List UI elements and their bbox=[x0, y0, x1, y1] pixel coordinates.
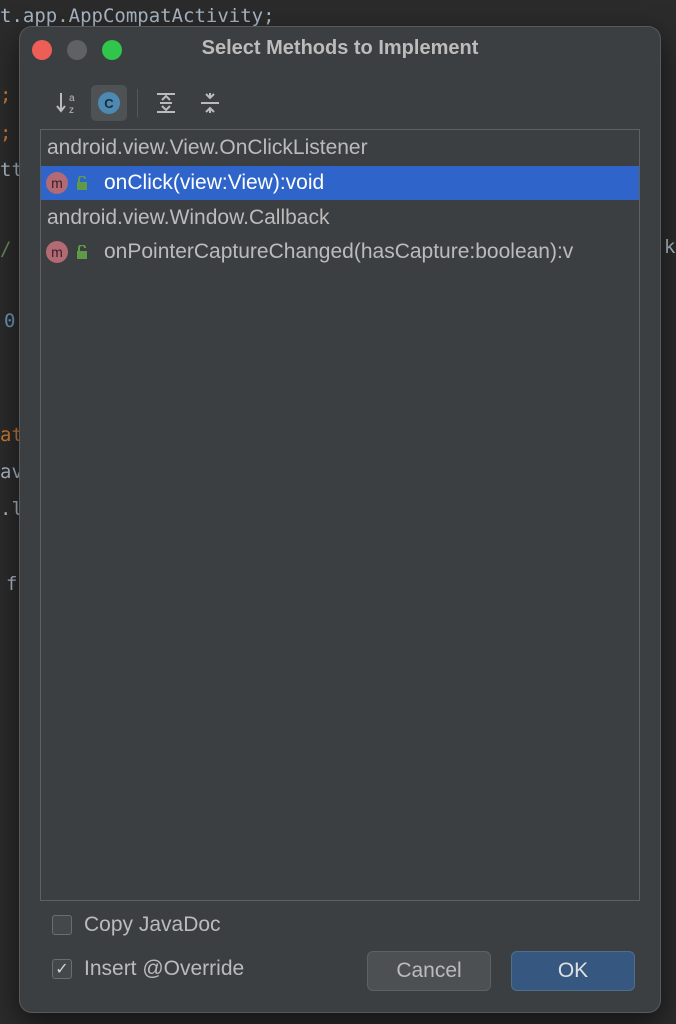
tree-method-onpointercapturechanged[interactable]: m onPointerCaptureChanged(hasCapture:boo… bbox=[41, 235, 639, 269]
class-icon: C bbox=[98, 92, 120, 114]
method-label: onClick(view:View):void bbox=[104, 171, 325, 194]
insert-override-label: Insert @Override bbox=[84, 957, 245, 980]
code-fragment: ; bbox=[0, 122, 12, 144]
svg-text:a: a bbox=[69, 93, 75, 104]
code-fragment: k bbox=[664, 236, 676, 258]
cancel-button[interactable]: Cancel bbox=[367, 951, 491, 991]
tree-group-window-callback[interactable]: android.view.Window.Callback bbox=[41, 201, 639, 235]
collapse-all-button[interactable] bbox=[192, 85, 228, 121]
methods-tree[interactable]: android.view.View.OnClickListener m onCl… bbox=[40, 129, 640, 901]
code-fragment: ; bbox=[0, 84, 12, 106]
code-fragment: 0 bbox=[4, 310, 16, 332]
tree-group-onclicklistener[interactable]: android.view.View.OnClickListener bbox=[41, 131, 639, 165]
method-icon: m bbox=[46, 241, 68, 263]
collapse-all-icon bbox=[201, 93, 219, 113]
ok-button[interactable]: OK bbox=[511, 951, 635, 991]
public-unlock-icon bbox=[77, 176, 87, 190]
method-label: onPointerCaptureChanged(hasCapture:boole… bbox=[104, 240, 574, 263]
dialog-titlebar[interactable]: Select Methods to Implement bbox=[20, 27, 660, 73]
copy-javadoc-label: Copy JavaDoc bbox=[84, 913, 221, 936]
show-classes-toggle[interactable]: C bbox=[91, 85, 127, 121]
expand-all-icon bbox=[157, 93, 175, 113]
copy-javadoc-option[interactable]: Copy JavaDoc bbox=[52, 913, 221, 937]
svg-text:z: z bbox=[69, 105, 74, 116]
sort-alphabetically-button[interactable]: a z bbox=[50, 85, 86, 121]
code-line-import: t.app.AppCompatActivity; bbox=[0, 5, 275, 27]
toolbar-separator bbox=[137, 89, 138, 117]
public-unlock-icon bbox=[77, 245, 87, 259]
code-fragment: / bbox=[0, 238, 12, 260]
tree-method-onclick[interactable]: m onClick(view:View):void bbox=[41, 166, 639, 200]
sort-alphabetically-icon: a z bbox=[56, 93, 75, 116]
copy-javadoc-checkbox[interactable] bbox=[52, 915, 72, 935]
dialog-toolbar: a z C bbox=[46, 85, 346, 125]
group-label: android.view.View.OnClickListener bbox=[47, 136, 368, 159]
insert-override-option[interactable]: ✓ Insert @Override bbox=[52, 957, 244, 981]
method-icon: m bbox=[46, 172, 68, 194]
select-methods-dialog: Select Methods to Implement a z C androi… bbox=[20, 27, 660, 1012]
group-label: android.view.Window.Callback bbox=[47, 206, 330, 229]
insert-override-checkbox[interactable]: ✓ bbox=[52, 959, 72, 979]
expand-all-button[interactable] bbox=[148, 85, 184, 121]
code-fragment: f bbox=[6, 573, 18, 595]
dialog-title: Select Methods to Implement bbox=[201, 37, 479, 59]
